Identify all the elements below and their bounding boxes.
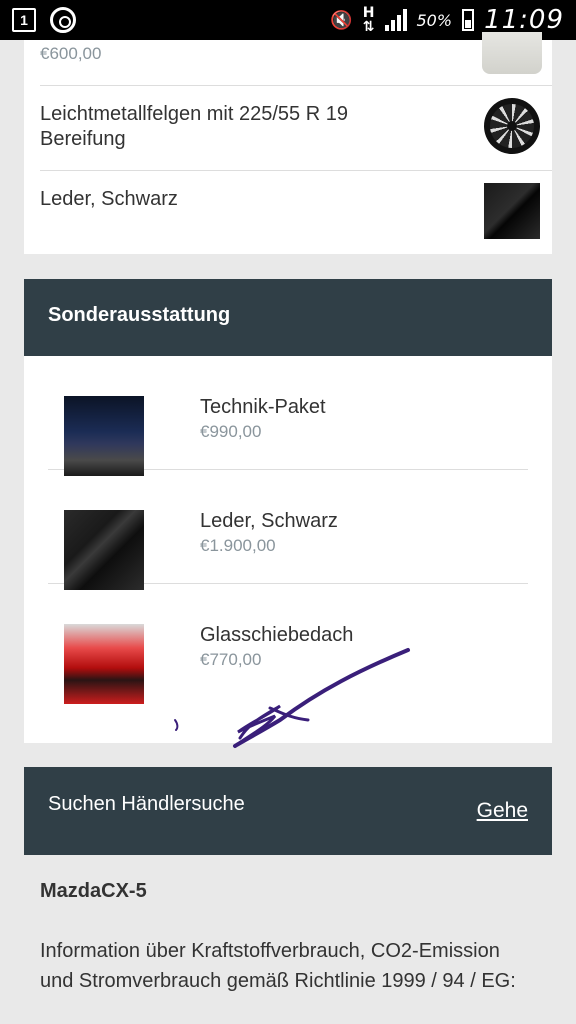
option-thumbnail xyxy=(64,396,144,476)
leather-thumbnail xyxy=(484,183,540,239)
item-thumbnail xyxy=(482,32,542,74)
clock: 11:09 xyxy=(484,5,564,35)
section-title: Sonderausstattung xyxy=(48,304,231,326)
option-name: Glasschiebedach xyxy=(200,624,354,646)
item-label: Leichtmetallfelgen mit 225/55 R 19 Berei… xyxy=(40,103,348,150)
option-item-glasschiebedach[interactable]: Glasschiebedach €770,00 xyxy=(48,584,528,704)
notification-box-icon: 1 xyxy=(12,8,36,32)
option-item-leder[interactable]: Leder, Schwarz €1.900,00 xyxy=(48,470,528,590)
list-item[interactable]: €600,00 xyxy=(40,32,552,86)
model-title: MazdaCX-5 xyxy=(40,880,147,902)
wheel-thumbnail xyxy=(484,98,540,154)
signal-icon xyxy=(384,9,407,31)
option-thumbnail xyxy=(64,624,144,704)
section-header: Sonderausstattung xyxy=(24,279,552,356)
option-name: Leder, Schwarz xyxy=(200,510,338,532)
option-price: €990,00 xyxy=(200,422,262,441)
sync-icon xyxy=(50,7,76,33)
consumption-info-text: Information über Kraftstoffverbrauch, CO… xyxy=(40,940,516,992)
option-thumbnail xyxy=(64,510,144,590)
option-name: Technik-Paket xyxy=(200,396,326,418)
dealer-search-title: Suchen Händlersuche xyxy=(48,793,245,815)
network-h-icon: H ⇅ xyxy=(362,5,375,35)
list-item[interactable]: Leder, Schwarz xyxy=(40,171,552,254)
option-item-technik-paket[interactable]: Technik-Paket €990,00 xyxy=(48,356,528,476)
option-price: €1.900,00 xyxy=(200,536,276,555)
standard-equipment-card: €600,00 Leichtmetallfelgen mit 225/55 R … xyxy=(24,32,552,254)
item-price: €600,00 xyxy=(40,44,102,63)
item-label: Leder, Schwarz xyxy=(40,188,178,210)
list-item[interactable]: Leichtmetallfelgen mit 225/55 R 19 Berei… xyxy=(40,86,552,171)
options-card: Technik-Paket €990,00 Leder, Schwarz €1.… xyxy=(24,356,552,743)
battery-percent: 50% xyxy=(416,10,453,30)
mute-icon: 🔇 xyxy=(330,9,353,31)
go-link[interactable]: Gehe xyxy=(477,799,528,823)
option-price: €770,00 xyxy=(200,650,262,669)
dealer-search-bar: Suchen Händlersuche Gehe xyxy=(24,767,552,855)
battery-icon xyxy=(462,9,475,31)
